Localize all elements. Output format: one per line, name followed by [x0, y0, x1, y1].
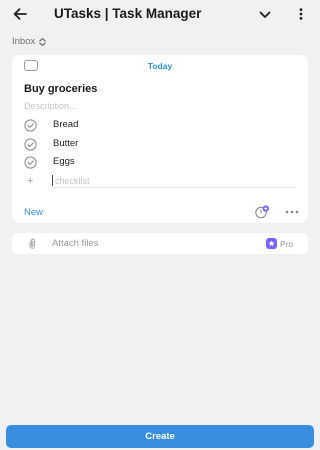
checklist-item[interactable]: Eggs — [24, 155, 294, 169]
app-title: UTasks | Task Manager — [54, 6, 202, 21]
pro-badge: Pro — [266, 238, 293, 249]
checklist-item[interactable]: Bread — [24, 118, 294, 132]
create-button[interactable]: Create — [6, 425, 314, 448]
text-cursor — [52, 175, 53, 186]
attachment-icon — [29, 238, 35, 249]
up-down-chevron-icon — [39, 37, 47, 46]
list-selector[interactable]: Inbox — [12, 36, 47, 47]
checklist-item[interactable]: Butter — [24, 137, 294, 151]
more-horiz-icon[interactable] — [284, 206, 300, 218]
pro-badge-label: Pro — [280, 238, 294, 249]
app-bar: UTasks | Task Manager — [0, 0, 320, 28]
task-card: Today Buy groceries Description... Bread… — [12, 55, 308, 223]
checklist-item-label: Bread — [53, 119, 79, 130]
checklist-input[interactable] — [53, 174, 296, 188]
list-selector-label: Inbox — [12, 36, 36, 47]
plus-icon: + — [27, 175, 34, 187]
attach-files-label: Attach files — [52, 238, 99, 249]
more-vert-icon[interactable] — [294, 5, 308, 23]
attach-files-row[interactable]: Attach files Pro — [12, 233, 308, 254]
description-field[interactable]: Description... — [24, 101, 77, 111]
task-title[interactable]: Buy groceries — [24, 83, 97, 95]
check-circle-icon[interactable] — [24, 155, 37, 169]
back-arrow-icon[interactable] — [10, 4, 30, 24]
due-date-button[interactable]: Today — [12, 61, 308, 71]
checklist-item-label: Eggs — [53, 156, 75, 167]
chevron-down-icon[interactable] — [256, 6, 274, 24]
star-icon — [266, 238, 277, 249]
checklist-item-label: Butter — [53, 138, 79, 149]
check-circle-icon[interactable] — [24, 118, 37, 132]
reminder-clock-icon[interactable] — [254, 205, 270, 219]
new-status-button[interactable]: New — [24, 207, 43, 218]
check-circle-icon[interactable] — [24, 137, 37, 151]
add-checklist-row: + — [24, 173, 296, 189]
